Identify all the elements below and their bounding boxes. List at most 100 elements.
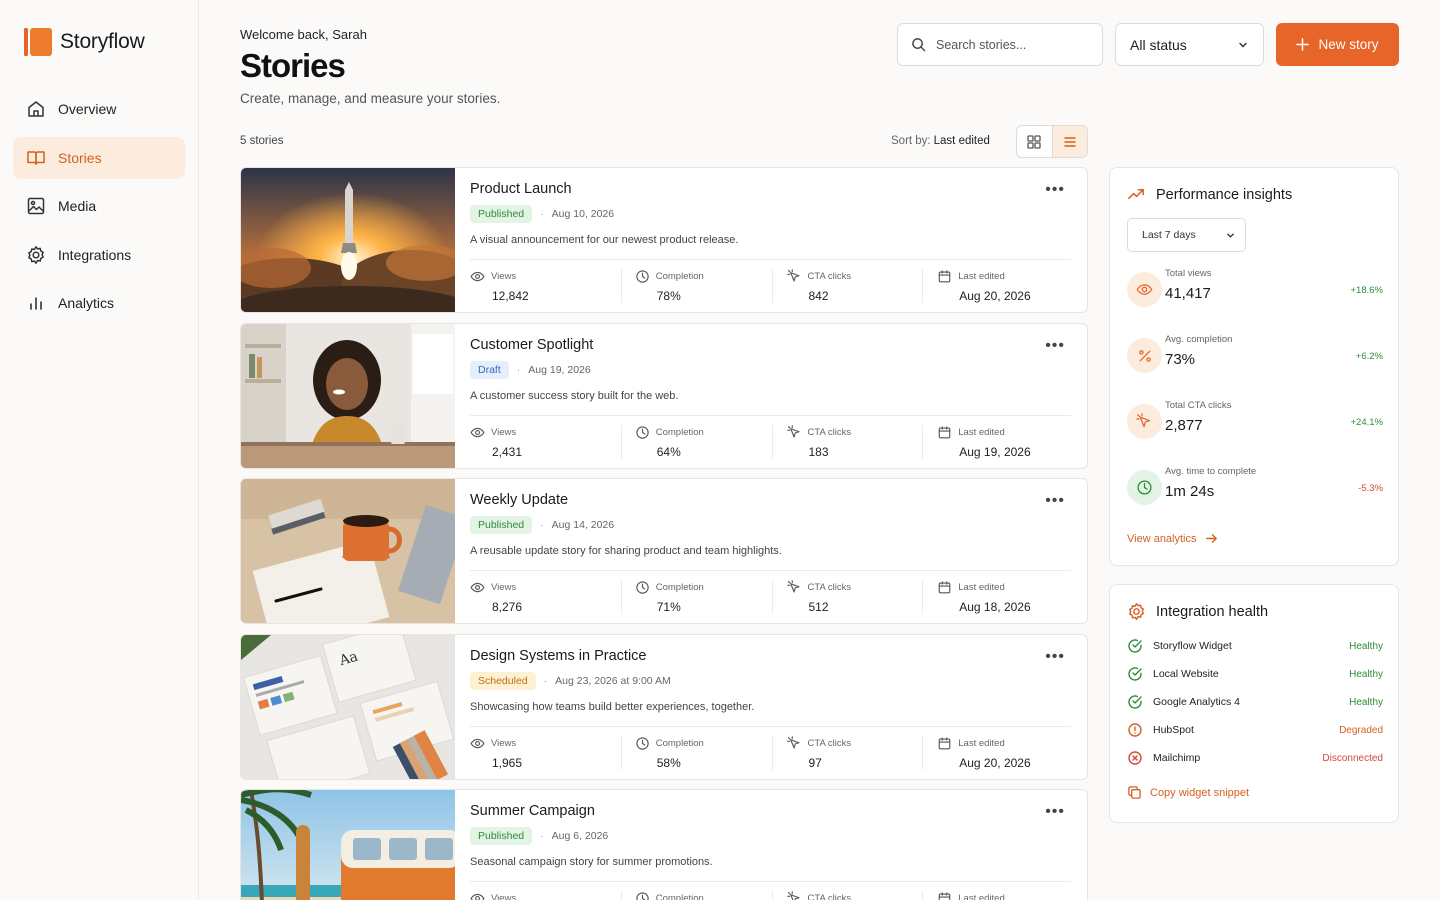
- eye-icon: [470, 738, 485, 748]
- list-view-button[interactable]: [1051, 126, 1087, 157]
- integration-status: Healthy: [1349, 696, 1383, 708]
- metric-label: Avg. time to complete: [1165, 466, 1257, 477]
- story-card[interactable]: Product Launch Published · Aug 10, 2026 ••• A…: [240, 167, 1088, 313]
- status-badge: Published: [470, 827, 533, 845]
- welcome-message: Welcome back, Sarah: [240, 27, 367, 42]
- stat-cta-clicks: CTA clicks 512: [771, 579, 923, 614]
- sidebar-item-media[interactable]: Media: [13, 185, 185, 227]
- cursor-click-icon: [786, 268, 800, 282]
- stat-last-edited: Last edited Aug 20, 2026: [922, 736, 1073, 770]
- stat-value: 78%: [656, 289, 681, 303]
- more-options-button[interactable]: •••: [1045, 338, 1065, 354]
- sidebar-item-overview[interactable]: Overview: [13, 88, 185, 130]
- story-thumbnail[interactable]: [241, 790, 455, 900]
- integration-status: Disconnected: [1322, 752, 1383, 764]
- integration-row[interactable]: Storyflow Widget Healthy: [1127, 637, 1383, 655]
- metric-avg-time: Avg. time to complete 1m 24s -5.3%: [1127, 466, 1383, 516]
- stat-value: 842: [808, 289, 829, 303]
- search-box[interactable]: [897, 23, 1103, 66]
- story-card[interactable]: Customer Spotlight Draft · Aug 19, 2026 ••• A…: [240, 323, 1088, 469]
- calendar-icon: [938, 891, 951, 900]
- card-divider: [470, 259, 1071, 260]
- stat-views: Views 2,431: [470, 425, 621, 459]
- plus-icon: [1296, 38, 1310, 51]
- more-options-button[interactable]: •••: [1045, 493, 1065, 509]
- eye-icon: [470, 427, 485, 437]
- book-icon: [27, 150, 45, 165]
- story-thumbnail[interactable]: [241, 168, 455, 312]
- stat-completion: Completion 64%: [620, 425, 772, 459]
- story-thumbnail[interactable]: [241, 324, 455, 468]
- integration-name: Google Analytics 4: [1153, 696, 1240, 708]
- clock-icon: [636, 269, 649, 283]
- date-range-select[interactable]: Last 7 days: [1127, 218, 1246, 252]
- image-icon: [27, 197, 45, 215]
- stat-value: Aug 18, 2026: [959, 600, 1031, 614]
- stat-value: 183: [808, 445, 829, 459]
- story-title[interactable]: Summer Campaign: [470, 803, 595, 819]
- story-stats: Views 12,842 Completion 78% CTA clicks 842 Las…: [470, 268, 1073, 303]
- metric-avg-completion: Avg. completion 73% +6.2%: [1127, 334, 1383, 384]
- story-title[interactable]: Design Systems in Practice: [470, 648, 646, 664]
- story-title[interactable]: Product Launch: [470, 181, 572, 197]
- more-options-button[interactable]: •••: [1045, 649, 1065, 665]
- more-options-button[interactable]: •••: [1045, 182, 1065, 198]
- cursor-click-icon: [1127, 404, 1162, 439]
- story-date: Aug 19, 2026: [528, 364, 591, 376]
- story-card[interactable]: Summer Campaign Published · Aug 6, 2026 ••• S…: [240, 789, 1088, 900]
- story-title[interactable]: Weekly Update: [470, 492, 568, 508]
- logo-mark-icon: [24, 27, 54, 57]
- stat-label: CTA clicks: [807, 270, 852, 282]
- sort-value: Last edited: [933, 135, 990, 147]
- copy-widget-snippet-link[interactable]: Copy widget snippet: [1127, 785, 1249, 800]
- meta-separator: ·: [540, 830, 544, 842]
- integration-row[interactable]: Local Website Healthy: [1127, 665, 1383, 683]
- stat-cta-clicks: CTA clicks 842: [771, 268, 923, 303]
- chevron-down-icon: [1227, 232, 1234, 238]
- sidebar-item-stories[interactable]: Stories: [13, 136, 185, 179]
- stat-value: Aug 19, 2026: [959, 445, 1031, 459]
- stat-label: Completion: [655, 737, 704, 749]
- metric-value: 2,877: [1165, 417, 1203, 434]
- app-name: Storyflow: [60, 30, 145, 53]
- stat-value: 97: [808, 756, 822, 770]
- grid-view-button[interactable]: [1017, 126, 1052, 157]
- integration-name: Mailchimp: [1153, 752, 1201, 764]
- integration-row[interactable]: Google Analytics 4 Healthy: [1127, 693, 1383, 711]
- card-divider: [470, 415, 1071, 416]
- stat-value: 71%: [656, 600, 681, 614]
- more-options-button[interactable]: •••: [1045, 804, 1065, 820]
- copy-widget-label: Copy widget snippet: [1150, 786, 1250, 799]
- story-title[interactable]: Customer Spotlight: [470, 337, 593, 353]
- integration-row[interactable]: HubSpot Degraded: [1127, 721, 1383, 739]
- stat-label: Views: [491, 737, 517, 749]
- story-meta: Published · Aug 10, 2026: [470, 205, 614, 223]
- new-story-button[interactable]: New story: [1276, 23, 1399, 66]
- story-thumbnail[interactable]: [241, 479, 455, 623]
- home-icon: [28, 101, 44, 117]
- sidebar-item-analytics[interactable]: Analytics: [13, 282, 185, 324]
- sidebar-nav: Overview Stories Media Integrations Anal…: [13, 88, 185, 331]
- sidebar-item-label: Media: [58, 198, 97, 214]
- stat-label: Completion: [655, 581, 704, 593]
- chevron-down-icon: [1239, 42, 1247, 48]
- view-analytics-label: View analytics: [1127, 532, 1197, 545]
- story-thumbnail[interactable]: Aa: [241, 635, 455, 779]
- integration-status: Degraded: [1339, 724, 1383, 736]
- view-analytics-link[interactable]: View analytics: [1127, 532, 1218, 545]
- sort-control[interactable]: Sort by: Last edited: [891, 135, 990, 147]
- card-divider: [470, 726, 1071, 727]
- sidebar-item-integrations[interactable]: Integrations: [13, 234, 185, 276]
- search-input[interactable]: [936, 37, 1086, 52]
- insights-title: Performance insights: [1156, 186, 1293, 203]
- trending-up-icon: [1128, 188, 1144, 200]
- story-card[interactable]: Weekly Update Published · Aug 14, 2026 ••• A …: [240, 478, 1088, 624]
- story-card[interactable]: Aa Design Systems in Practice Scheduled · Au…: [240, 634, 1088, 780]
- metric-delta: -5.3%: [1358, 483, 1383, 494]
- calendar-icon: [938, 736, 951, 749]
- status-filter-select[interactable]: All status: [1115, 23, 1264, 66]
- integration-row[interactable]: Mailchimp Disconnected: [1127, 749, 1383, 767]
- stat-label: Last edited: [958, 737, 1005, 749]
- sidebar: Storyflow Overview Stories Media Integra…: [0, 0, 199, 900]
- app-logo[interactable]: Storyflow: [24, 27, 145, 57]
